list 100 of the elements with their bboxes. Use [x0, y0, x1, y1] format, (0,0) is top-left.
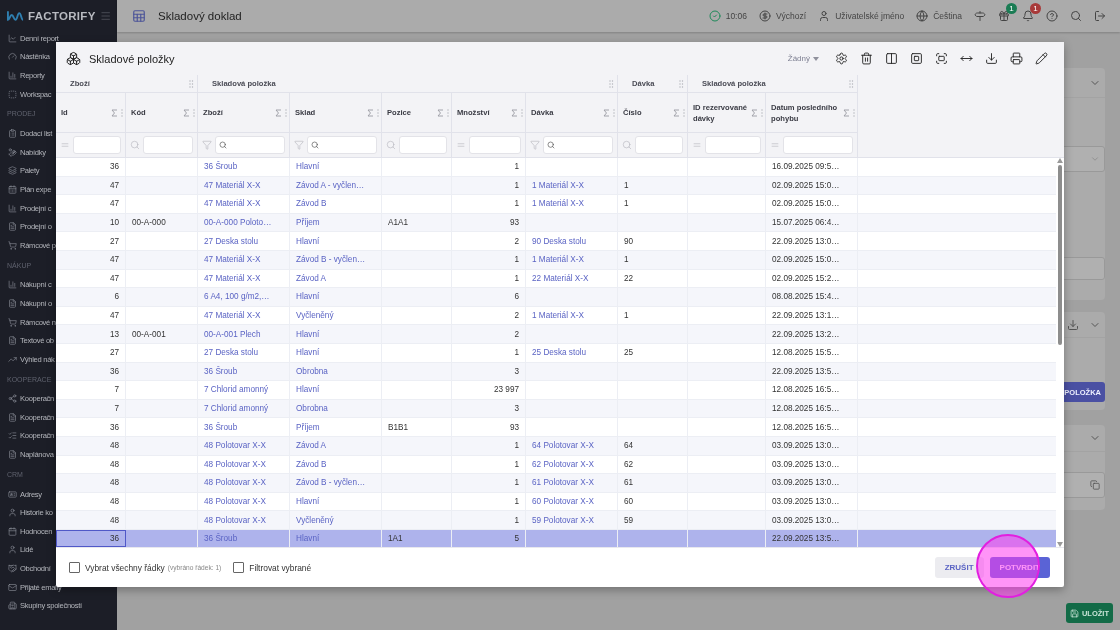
dollar-icon[interactable]	[758, 10, 771, 22]
item-link[interactable]: 62 Polotovar X-X	[526, 455, 618, 474]
table-row[interactable]: 48 48 Polotovar X-X Vyčleněný 1 59 Polotovar X-X 59 03.09.2025 13:0…	[56, 511, 1056, 530]
table-row[interactable]: 7 7 Chlorid amonný Hlavní 23 997 12.08.2025 16:5…	[56, 381, 1056, 400]
drag-handle-icon[interactable]	[679, 79, 684, 88]
globe-icon[interactable]	[916, 10, 929, 22]
drag-handle-icon[interactable]	[849, 79, 854, 88]
table-row[interactable]: 48 48 Polotovar X-X Závod B - vyčlen… 1 61 Polotovar X-X 61 03.09.2025 13:0…	[56, 474, 1056, 493]
item-link[interactable]: Hlavní	[290, 232, 382, 250]
checkbox[interactable]	[233, 562, 245, 573]
sigma-icon[interactable]	[436, 108, 444, 117]
item-link[interactable]: 36 Šroub	[198, 362, 290, 381]
item-link[interactable]: Obrobna	[290, 362, 382, 381]
item-link[interactable]: 47 Materiál X-X	[198, 306, 290, 325]
item-link[interactable]: 00-A-001 Plech	[198, 325, 290, 343]
gift-icon[interactable]	[998, 10, 1010, 22]
item-link[interactable]: 7 Chlorid amonný	[198, 399, 290, 418]
currency-label[interactable]: Výchozí	[775, 11, 807, 21]
item-link[interactable]: Vyčleněný	[290, 306, 382, 325]
filter-field[interactable]	[307, 136, 377, 154]
cancel-button[interactable]: ZRUŠIT	[934, 557, 984, 578]
item-link[interactable]: 47 Materiál X-X	[198, 250, 290, 269]
item-link[interactable]: 59 Polotovar X-X	[526, 511, 618, 529]
item-link[interactable]: 48 Polotovar X-X	[198, 455, 290, 474]
columns-icon[interactable]	[885, 52, 898, 65]
filter-field[interactable]	[73, 136, 121, 154]
search-icon[interactable]	[130, 140, 140, 150]
item-link[interactable]: 1 Materiál X-X	[526, 250, 618, 269]
item-link[interactable]: 1 Materiál X-X	[526, 195, 618, 213]
language-label[interactable]: Čeština	[933, 11, 962, 21]
item-link[interactable]: Závod A	[290, 269, 382, 288]
table-row[interactable]: 6 6 A4, 100 g/m2,… Hlavní 6 08.08.2025 15:4…	[56, 288, 1056, 307]
filter-icon[interactable]	[294, 140, 304, 150]
item-link[interactable]: 48 Polotovar X-X	[198, 436, 290, 455]
checkbox-label[interactable]: Filtrovat vybrané	[249, 562, 312, 573]
filter-icon[interactable]	[530, 140, 540, 150]
item-link[interactable]: 47 Materiál X-X	[198, 195, 290, 213]
sigma-icon[interactable]	[602, 108, 610, 117]
item-link[interactable]: Hlavní	[290, 325, 382, 343]
checkbox-label[interactable]: Vybrat všechny řádky	[85, 562, 165, 573]
item-link[interactable]: 1 Materiál X-X	[526, 176, 618, 195]
download-icon[interactable]	[985, 52, 998, 65]
item-link[interactable]: 47 Materiál X-X	[198, 176, 290, 195]
equals-icon[interactable]	[60, 140, 70, 150]
item-link[interactable]: Závod B	[290, 455, 382, 474]
item-link[interactable]: Hlavní	[290, 158, 382, 176]
item-link[interactable]: 90 Deska stolu	[526, 232, 618, 250]
filter-field[interactable]	[215, 136, 285, 154]
drag-handle-icon[interactable]	[189, 79, 194, 88]
item-link[interactable]: Závod B	[290, 195, 382, 213]
sigma-icon[interactable]	[672, 108, 680, 117]
sigma-icon[interactable]	[182, 108, 190, 117]
item-link[interactable]: 7 Chlorid amonný	[198, 381, 290, 399]
squares-icon[interactable]	[910, 52, 923, 65]
table-row[interactable]: 36 36 Šroub Příjem B1B1 93 12.08.2025 16:5…	[56, 418, 1056, 437]
settings-icon[interactable]	[835, 52, 848, 65]
frame-icon[interactable]	[935, 52, 948, 65]
item-link[interactable]: 27 Deska stolu	[198, 232, 290, 250]
item-link[interactable]: Hlavní	[290, 288, 382, 306]
item-link[interactable]: 36 Šroub	[198, 158, 290, 176]
item-link[interactable]: 61 Polotovar X-X	[526, 474, 618, 492]
sigma-icon[interactable]	[842, 108, 850, 117]
item-link[interactable]: Příjem	[290, 213, 382, 232]
item-link[interactable]: 27 Deska stolu	[198, 343, 290, 362]
search-icon[interactable]	[622, 140, 632, 150]
filter-field[interactable]	[783, 136, 853, 154]
trash-icon[interactable]	[860, 52, 873, 65]
equals-icon[interactable]	[770, 140, 780, 150]
filter-field[interactable]	[399, 136, 447, 154]
filter-field[interactable]	[143, 136, 193, 154]
copy-icon[interactable]	[1090, 480, 1100, 490]
item-link[interactable]: Příjem	[290, 418, 382, 436]
sigma-icon[interactable]	[110, 108, 118, 117]
item-link[interactable]: 48 Polotovar X-X	[198, 492, 290, 511]
equals-icon[interactable]	[456, 140, 466, 150]
bell-icon[interactable]	[1022, 10, 1034, 22]
filter-field[interactable]	[705, 136, 761, 154]
item-link[interactable]: 48 Polotovar X-X	[198, 511, 290, 529]
sigma-icon[interactable]	[750, 108, 758, 117]
view-select[interactable]: Žádný	[787, 54, 819, 63]
table-row[interactable]: 13 00-A-001 00-A-001 Plech Hlavní 2 22.09.2025 13:2…	[56, 325, 1056, 344]
item-link[interactable]: 6 A4, 100 g/m2,…	[198, 288, 290, 306]
item-link[interactable]: 1 Materiál X-X	[526, 306, 618, 325]
sigma-icon[interactable]	[366, 108, 374, 117]
logout-icon[interactable]	[1094, 10, 1106, 22]
filter-field[interactable]	[469, 136, 521, 154]
item-link[interactable]: Závod B - vyčlen…	[290, 250, 382, 269]
sigma-icon[interactable]	[274, 108, 282, 117]
user-icon[interactable]	[818, 10, 831, 22]
item-link[interactable]: 60 Polotovar X-X	[526, 492, 618, 511]
table-row[interactable]: 36 36 Šroub Hlavní 1 16.09.2025 09:5…	[56, 158, 1056, 177]
item-link[interactable]: Hlavní	[290, 381, 382, 399]
filter-icon[interactable]	[202, 140, 212, 150]
item-link[interactable]: Obrobna	[290, 399, 382, 418]
table-row[interactable]: 47 47 Materiál X-X Závod B 1 1 Materiál X-X 1 02.09.2025 15:0…	[56, 195, 1056, 214]
table-row[interactable]: 27 27 Deska stolu Hlavní 2 90 Deska stolu 90 22.09.2025 13:0…	[56, 232, 1056, 251]
item-link[interactable]: 25 Deska stolu	[526, 343, 618, 362]
print-icon[interactable]	[1010, 52, 1023, 65]
equals-icon[interactable]	[692, 140, 702, 150]
item-link[interactable]: Hlavní	[290, 492, 382, 511]
